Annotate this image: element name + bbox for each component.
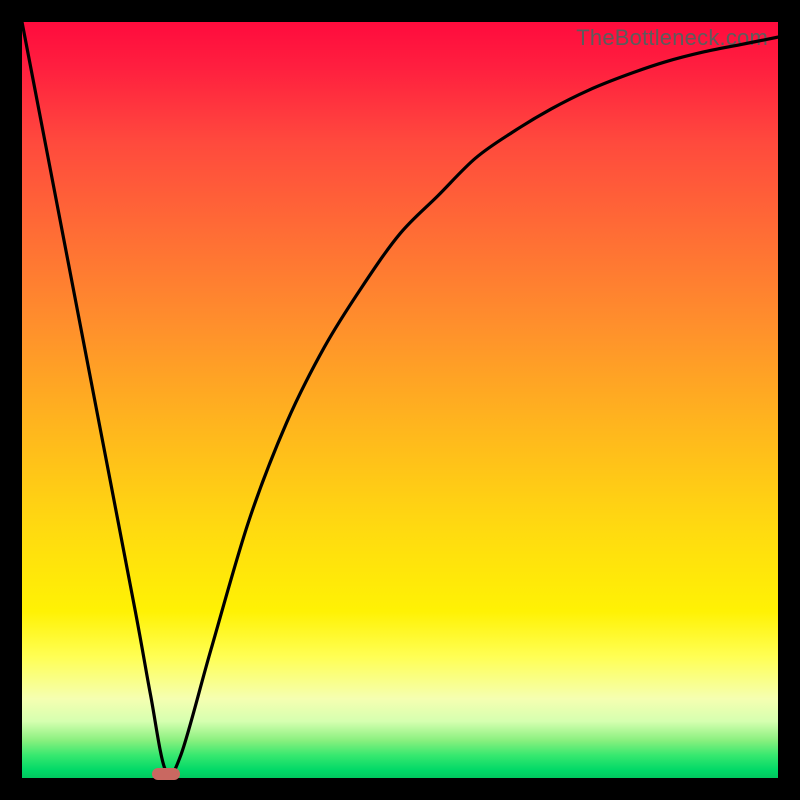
chart-frame: TheBottleneck.com (0, 0, 800, 800)
plot-area: TheBottleneck.com (22, 22, 778, 778)
optimum-marker (152, 768, 180, 780)
bottleneck-curve (22, 22, 778, 778)
watermark-text: TheBottleneck.com (576, 25, 768, 51)
